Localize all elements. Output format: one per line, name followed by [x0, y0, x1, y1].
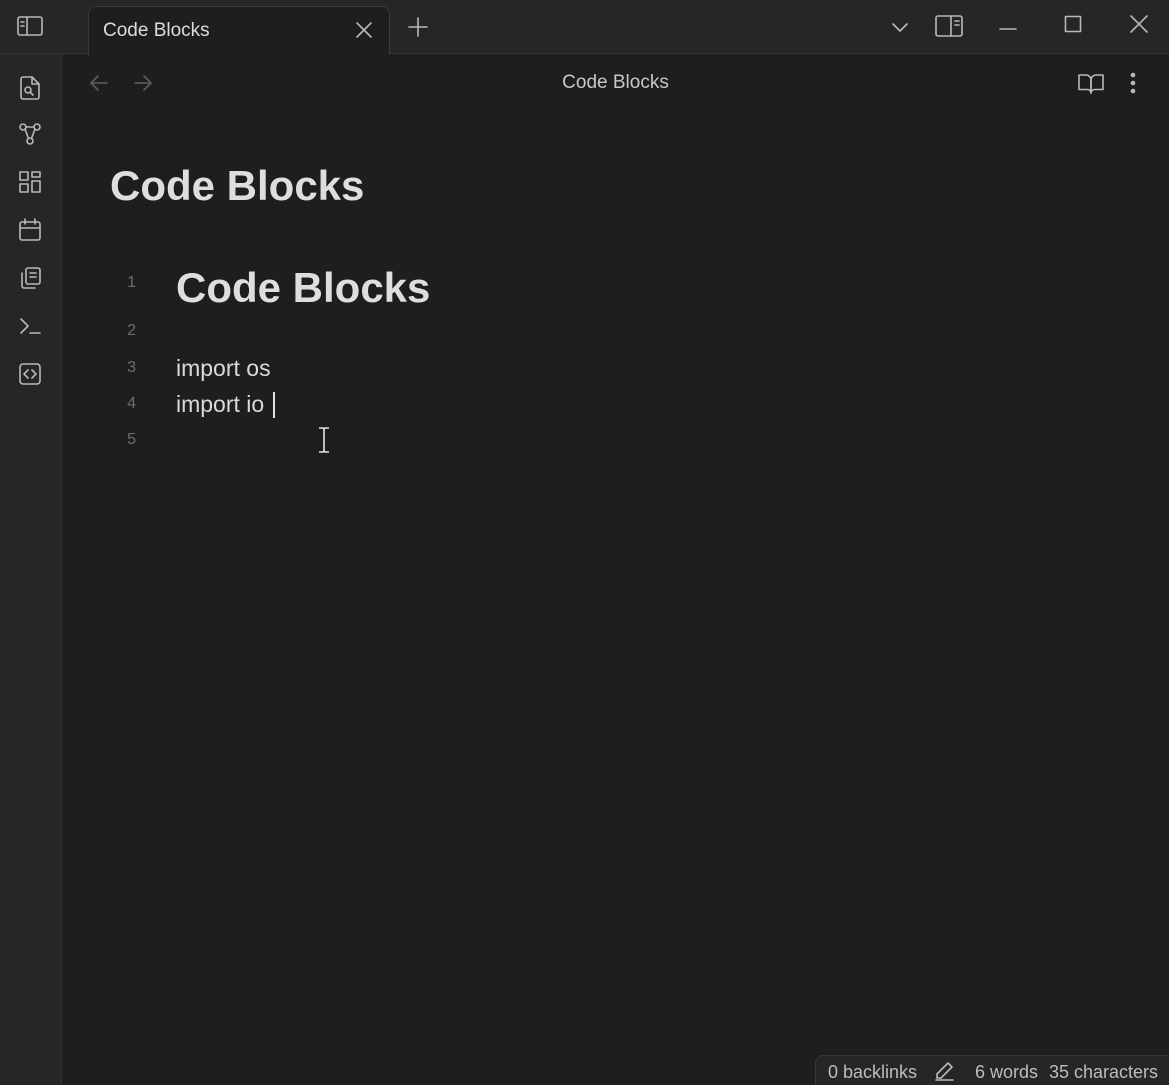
- line-number: 2: [127, 322, 136, 339]
- graph-icon[interactable]: [14, 118, 46, 150]
- tab-title: Code Blocks: [103, 20, 210, 41]
- plus-icon[interactable]: [404, 13, 432, 41]
- maximize-icon[interactable]: [1059, 10, 1087, 38]
- right-sidebar-icon[interactable]: [932, 11, 966, 41]
- editor-line[interactable]: Code Blocks: [176, 264, 430, 312]
- sidebar-toggle-icon[interactable]: [14, 12, 46, 40]
- file-search-icon[interactable]: [14, 72, 46, 104]
- text-caret: [273, 392, 275, 418]
- tab-code-blocks[interactable]: Code Blocks: [88, 6, 390, 55]
- close-icon[interactable]: [351, 17, 377, 43]
- backlinks-count[interactable]: 0 backlinks: [828, 1062, 917, 1083]
- code-icon[interactable]: [14, 358, 46, 390]
- left-ribbon: [0, 54, 62, 1085]
- line-number: 1: [127, 274, 136, 291]
- terminal-icon[interactable]: [14, 310, 46, 342]
- chevron-down-icon[interactable]: [886, 13, 914, 41]
- more-vertical-icon[interactable]: [1120, 68, 1146, 98]
- status-bar: 0 backlinks 6 words 35 characters: [815, 1055, 1169, 1085]
- line-number: 3: [127, 359, 136, 376]
- close-window-icon[interactable]: [1125, 10, 1153, 38]
- character-count: 35 characters: [1049, 1062, 1159, 1082]
- view-title: Code Blocks: [562, 72, 669, 93]
- ibeam-cursor-icon: [319, 427, 329, 453]
- word-count: 6 words: [975, 1062, 1039, 1082]
- view-header: Code Blocks: [62, 54, 1169, 112]
- title-bar: Code Blocks: [0, 0, 1169, 55]
- calendar-icon[interactable]: [14, 214, 46, 246]
- inline-title[interactable]: Code Blocks: [110, 162, 364, 210]
- copy-files-icon[interactable]: [14, 262, 46, 294]
- book-open-icon[interactable]: [1076, 68, 1106, 98]
- pencil-icon[interactable]: [932, 1059, 956, 1083]
- line-number: 5: [127, 431, 136, 448]
- line-number: 4: [127, 395, 136, 412]
- editor-line[interactable]: import io: [176, 391, 264, 418]
- layout-grid-icon[interactable]: [14, 166, 46, 198]
- minimize-icon[interactable]: [994, 12, 1022, 40]
- editor-line[interactable]: import os: [176, 355, 271, 382]
